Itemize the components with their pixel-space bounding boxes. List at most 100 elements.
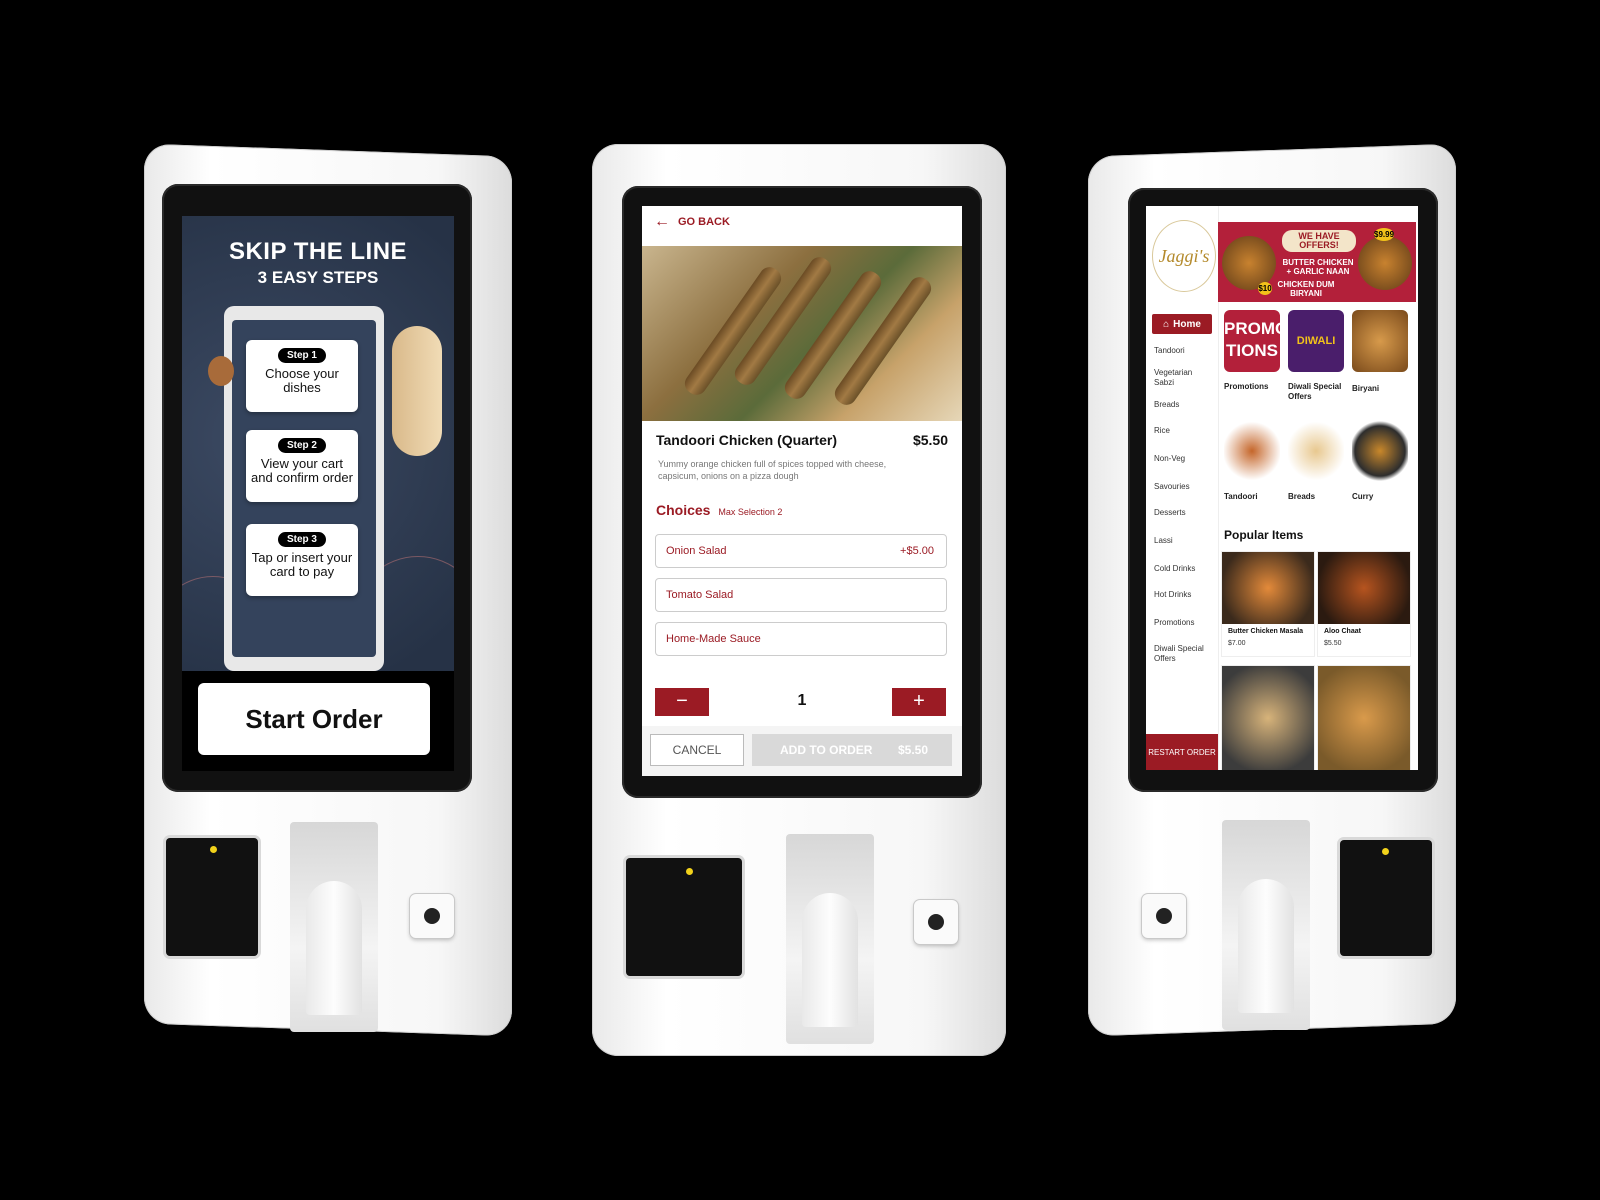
- sidebar-item-savouries[interactable]: Savouries: [1154, 482, 1216, 492]
- offer-headline: WE HAVE OFFERS!: [1282, 230, 1356, 252]
- headline: SKIP THE LINE: [228, 238, 408, 265]
- subheadline: 3 EASY STEPS: [257, 268, 379, 287]
- tile-label: Diwali Special Offers: [1288, 382, 1342, 401]
- offer-item-2: CHICKEN DUM BIRYANI: [1277, 280, 1335, 298]
- item-image: [1318, 552, 1410, 624]
- choice-label: Onion Salad: [666, 545, 727, 557]
- add-price: $5.50: [897, 743, 928, 757]
- printer-mouth: [1237, 878, 1295, 1014]
- tile-label: Biryani: [1352, 384, 1380, 393]
- step-card-3: Step 3 Tap or insert your card to pay: [246, 524, 358, 596]
- home-button[interactable]: ⌂ Home: [1152, 314, 1212, 334]
- status-led: [686, 868, 693, 875]
- tile-curry[interactable]: [1352, 420, 1408, 482]
- qr-scanner[interactable]: [914, 900, 958, 944]
- item-image: [1222, 552, 1314, 624]
- tile-label: Breads: [1288, 492, 1316, 501]
- skewer-shape: [830, 273, 936, 409]
- item-detail-screen: ← GO BACK Tandoori Chicken (Quarter) $5.…: [642, 206, 962, 776]
- naan-image: [392, 326, 442, 456]
- menu-screen: Jaggi's ⌂ Home Tandoori Vegetarian Sabzi…: [1146, 206, 1418, 770]
- tile-label: Curry: [1352, 492, 1374, 501]
- step-pill: Step 2: [277, 438, 326, 453]
- popular-item-card[interactable]: Butter Chicken Masala $7.00: [1222, 552, 1314, 656]
- tile-biryani[interactable]: [1352, 310, 1408, 372]
- item-name: Tandoori Chicken (Quarter): [656, 432, 837, 448]
- item-price: $5.50: [912, 432, 948, 448]
- step-pill: Step 3: [277, 532, 326, 547]
- qr-scanner[interactable]: [1142, 894, 1186, 938]
- tile-breads[interactable]: [1288, 420, 1344, 482]
- scanner-lens-icon: [928, 914, 944, 930]
- item-image: [1318, 666, 1410, 770]
- tile-art: DIWALI: [1296, 335, 1336, 347]
- choice-label: Tomato Salad: [666, 589, 734, 601]
- popular-item-card[interactable]: [1222, 666, 1314, 770]
- popular-items-heading: Popular Items: [1224, 528, 1304, 542]
- sidebar-item-promotions[interactable]: Promotions: [1154, 618, 1216, 628]
- step-card-2: Step 2 View your cart and confirm order: [246, 430, 358, 502]
- tile-diwali[interactable]: DIWALI: [1288, 310, 1344, 372]
- choice-option[interactable]: Home-Made Sauce: [655, 622, 947, 656]
- choice-price: +$5.00: [900, 545, 934, 557]
- sidebar-item-cold-drinks[interactable]: Cold Drinks: [1154, 564, 1216, 574]
- home-label: Home: [1173, 318, 1201, 330]
- sidebar-item-diwali-special-offers[interactable]: Diwali Special Offers: [1154, 644, 1206, 664]
- sidebar-item-vegetarian-sabzi[interactable]: Vegetarian Sabzi: [1154, 368, 1200, 388]
- sidebar-item-tandoori[interactable]: Tandoori: [1154, 346, 1216, 356]
- step-pill: Step 1: [277, 348, 326, 363]
- item-name: Aloo Chaat: [1324, 628, 1361, 635]
- add-label: ADD TO ORDER: [780, 743, 873, 757]
- scanner-lens-icon: [1156, 908, 1172, 924]
- cancel-button[interactable]: CANCEL: [650, 734, 744, 766]
- choice-option[interactable]: Tomato Salad: [655, 578, 947, 612]
- choices-heading: Choices Max Selection 2: [656, 502, 782, 518]
- go-back-label: GO BACK: [678, 216, 730, 228]
- sidebar-item-rice[interactable]: Rice: [1154, 426, 1216, 436]
- card-reader-slot[interactable]: [1340, 840, 1432, 956]
- category-sidebar: Jaggi's ⌂ Home Tandoori Vegetarian Sabzi…: [1146, 206, 1219, 770]
- choice-option[interactable]: Onion Salad +$5.00: [655, 534, 947, 568]
- tile-promotions[interactable]: PROMO TIONS: [1224, 310, 1280, 372]
- offer-price-2: $9.99: [1374, 228, 1395, 241]
- item-price: $7.00: [1228, 640, 1246, 647]
- step-text: View your cart and confirm order: [251, 456, 353, 485]
- qr-scanner[interactable]: [410, 894, 454, 938]
- home-icon: ⌂: [1163, 318, 1170, 330]
- popular-item-card[interactable]: [1318, 666, 1410, 770]
- action-footer: CANCEL ADD TO ORDER $5.50: [642, 726, 962, 776]
- arrow-left-icon: ←: [654, 213, 670, 230]
- increase-quantity-button[interactable]: +: [892, 688, 946, 716]
- start-screen: SKIP THE LINE 3 EASY STEPS Step 1 Choose…: [182, 216, 454, 771]
- item-image: [642, 246, 962, 421]
- item-image: [1222, 666, 1314, 770]
- sidebar-item-breads[interactable]: Breads: [1154, 400, 1216, 410]
- sidebar-item-lassi[interactable]: Lassi: [1154, 536, 1216, 546]
- go-back-link[interactable]: ← GO BACK: [654, 213, 730, 230]
- step-text: Tap or insert your card to pay: [251, 550, 353, 579]
- start-order-button[interactable]: Start Order: [198, 683, 430, 755]
- receipt-printer: [1222, 820, 1310, 1030]
- add-to-order-button[interactable]: ADD TO ORDER $5.50: [752, 734, 952, 766]
- item-name: Butter Chicken Masala: [1228, 628, 1304, 635]
- offer-price-1: $10: [1258, 282, 1272, 295]
- choices-max: Max Selection 2: [718, 507, 783, 517]
- tile-tandoori[interactable]: [1224, 420, 1280, 482]
- offers-banner[interactable]: WE HAVE OFFERS! BUTTER CHICKEN + GARLIC …: [1218, 222, 1416, 302]
- restart-order-button[interactable]: RESTART ORDER: [1146, 734, 1218, 770]
- status-led: [1382, 848, 1389, 855]
- status-led: [210, 846, 217, 853]
- choice-label: Home-Made Sauce: [666, 633, 761, 645]
- popular-item-card[interactable]: Aloo Chaat $5.50: [1318, 552, 1410, 656]
- card-reader-slot[interactable]: [166, 838, 258, 956]
- sidebar-item-non-veg[interactable]: Non-Veg: [1154, 454, 1216, 464]
- sidebar-item-desserts[interactable]: Desserts: [1154, 508, 1216, 518]
- butter-chicken-image: [1358, 236, 1412, 290]
- scanner-lens-icon: [424, 908, 440, 924]
- step-card-1: Step 1 Choose your dishes: [246, 340, 358, 412]
- receipt-printer: [786, 834, 874, 1044]
- sidebar-item-hot-drinks[interactable]: Hot Drinks: [1154, 590, 1216, 600]
- tile-art: PROMO TIONS: [1224, 319, 1280, 360]
- card-reader-slot[interactable]: [626, 858, 742, 976]
- tile-label: Promotions: [1224, 382, 1269, 391]
